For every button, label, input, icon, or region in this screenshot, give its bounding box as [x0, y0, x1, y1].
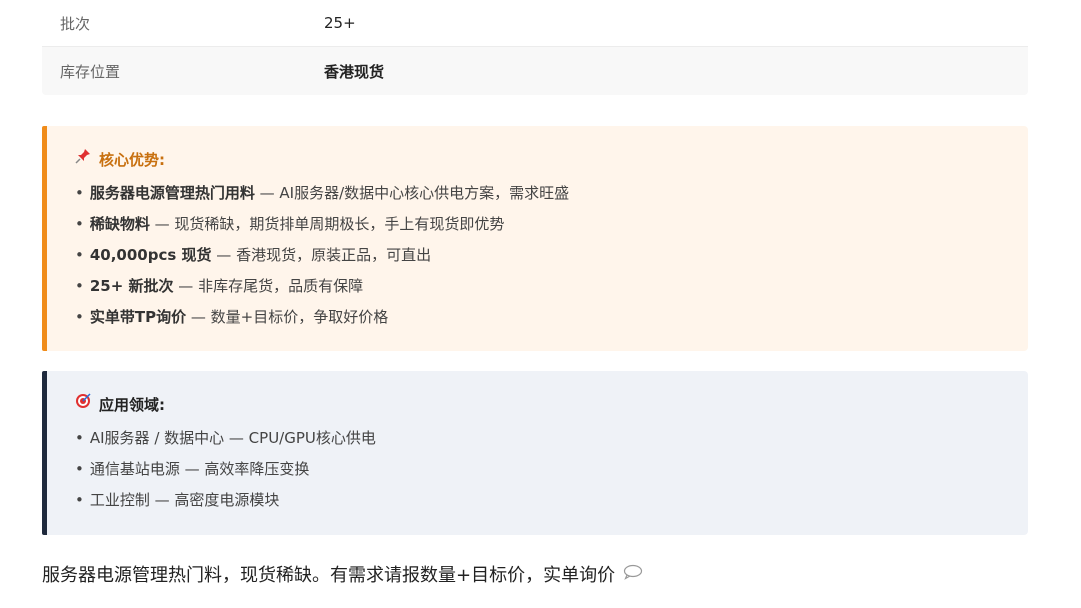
- list-item: • 服务器电源管理热门用料 — AI服务器/数据中心核心供电方案，需求旺盛: [75, 184, 570, 202]
- footer-message: 服务器电源管理热门料，现货稀缺。有需求请报数量+目标价，实单询价: [42, 561, 643, 587]
- list-item: • 实单带TP询价 — 数量+目标价，争取好价格: [75, 308, 389, 326]
- item-desc: — 非库存尾货，品质有保障: [173, 277, 364, 295]
- item-strong: 服务器电源管理热门用料: [89, 184, 255, 202]
- item-text: 通信基站电源 — 高效率降压变换: [89, 460, 310, 478]
- spec-value: 25+: [324, 14, 356, 32]
- spec-key: 库存位置: [60, 62, 121, 81]
- item-strong: 实单带TP询价: [89, 308, 187, 326]
- spec-key: 批次: [60, 14, 91, 33]
- advantages-title: 核心优势:: [99, 151, 165, 169]
- advantages-heading: 核心优势:: [75, 148, 1028, 172]
- item-strong: 25+ 新批次: [89, 277, 174, 295]
- item-desc: — AI服务器/数据中心核心供电方案，需求旺盛: [254, 184, 570, 202]
- item-text: 工业控制 — 高密度电源模块: [89, 491, 280, 509]
- advantages-callout: 核心优势: • 服务器电源管理热门用料 — AI服务器/数据中心核心供电方案，需求…: [42, 126, 1028, 351]
- list-item: • 工业控制 — 高密度电源模块: [75, 491, 280, 509]
- spec-value: 香港现货: [324, 62, 385, 81]
- list-item: • 25+ 新批次 — 非库存尾货，品质有保障: [75, 277, 364, 295]
- applications-callout: 应用领域: • AI服务器 / 数据中心 — CPU/GPU核心供电 • 通信基站电…: [42, 371, 1028, 535]
- applications-heading: 应用领域:: [75, 393, 1028, 417]
- speech-bubble-icon: [623, 564, 643, 585]
- spec-row-batch: 批次 25+: [42, 0, 1028, 47]
- applications-title: 应用领域:: [99, 396, 165, 414]
- spec-table: 批次 25+ 库存位置 香港现货: [42, 0, 1028, 95]
- footer-text: 服务器电源管理热门料，现货稀缺。有需求请报数量+目标价，实单询价: [42, 565, 616, 586]
- item-desc: — 香港现货，原装正品，可直出: [211, 246, 432, 264]
- item-strong: 稀缺物料: [89, 215, 150, 233]
- item-strong: 40,000pcs 现货: [89, 246, 212, 264]
- item-desc: — 数量+目标价，争取好价格: [186, 308, 389, 326]
- list-item: • 通信基站电源 — 高效率降压变换: [75, 460, 310, 478]
- list-item: • 稀缺物料 — 现货稀缺，期货排单周期极长，手上有现货即优势: [75, 215, 505, 233]
- list-item: • AI服务器 / 数据中心 — CPU/GPU核心供电: [75, 429, 376, 447]
- list-item: • 40,000pcs 现货 — 香港现货，原装正品，可直出: [75, 246, 432, 264]
- item-text: AI服务器 / 数据中心 — CPU/GPU核心供电: [89, 429, 376, 447]
- item-desc: — 现货稀缺，期货排单周期极长，手上有现货即优势: [149, 215, 505, 233]
- spec-row-stock-location: 库存位置 香港现货: [42, 47, 1028, 95]
- page: 批次 25+ 库存位置 香港现货 核心优势: • 服务器电源管理热门用料 — AI…: [0, 0, 1081, 608]
- pushpin-icon: [75, 148, 93, 172]
- target-icon: [75, 393, 93, 417]
